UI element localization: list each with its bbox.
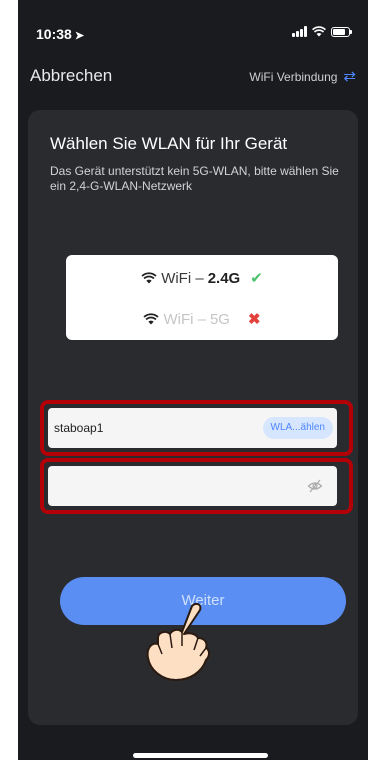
card-title: Wählen Sie WLAN für Ihr Gerät	[50, 134, 288, 153]
choose-wlan-button[interactable]: WLA...ählen	[262, 417, 333, 439]
status-icons	[292, 26, 352, 37]
band-freq: 2.4G	[207, 269, 241, 287]
swap-arrows-icon: ⇄	[343, 68, 356, 85]
password-field[interactable]	[48, 466, 337, 506]
ssid-value: staboap1	[54, 421, 104, 435]
band-row-5g: WiFi – 5G ✖	[66, 310, 338, 328]
phone-screen: 10:38 ➤ Abbrechen WiFi Verbindung ⇄ Wähle…	[18, 0, 368, 760]
location-arrow-icon: ➤	[74, 30, 85, 42]
wifi-status-icon	[312, 26, 326, 37]
band-prefix: WiFi –	[163, 310, 206, 328]
connection-label: WiFi Verbindung	[249, 70, 338, 84]
nav-bar: Abbrechen WiFi Verbindung ⇄	[18, 62, 368, 92]
wifi-setup-card: Wählen Sie WLAN für Ihr Gerät Das Gerät …	[28, 110, 358, 725]
status-time: 10:38 ➤	[36, 26, 84, 42]
wifi-icon	[143, 313, 160, 325]
tap-hand-icon	[146, 602, 210, 681]
cancel-button[interactable]: Abbrechen	[30, 66, 112, 86]
band-info-box: WiFi – 2.4G ✔ WiFi – 5G ✖	[66, 255, 338, 340]
card-subtitle: Das Gerät unterstützt kein 5G-WLAN, bitt…	[50, 164, 339, 193]
ssid-field[interactable]: staboap1 WLA...ählen	[48, 408, 337, 448]
hide-password-icon[interactable]	[307, 478, 323, 494]
band-prefix: WiFi –	[161, 269, 204, 287]
password-highlight-frame	[40, 458, 353, 514]
band-row-2g: WiFi – 2.4G ✔	[66, 269, 338, 287]
battery-icon	[331, 26, 352, 37]
home-indicator	[133, 753, 268, 758]
status-bar: 10:38 ➤	[18, 0, 368, 44]
cellular-signal-icon	[292, 26, 307, 37]
time-text: 10:38	[36, 26, 72, 42]
wifi-icon	[141, 272, 157, 284]
wifi-connection-toggle[interactable]: WiFi Verbindung ⇄	[249, 68, 356, 85]
check-icon: ✔	[250, 270, 263, 287]
cross-icon: ✖	[247, 311, 261, 328]
ssid-highlight-frame: staboap1 WLA...ählen	[40, 400, 353, 456]
band-freq: 5G	[209, 310, 230, 328]
